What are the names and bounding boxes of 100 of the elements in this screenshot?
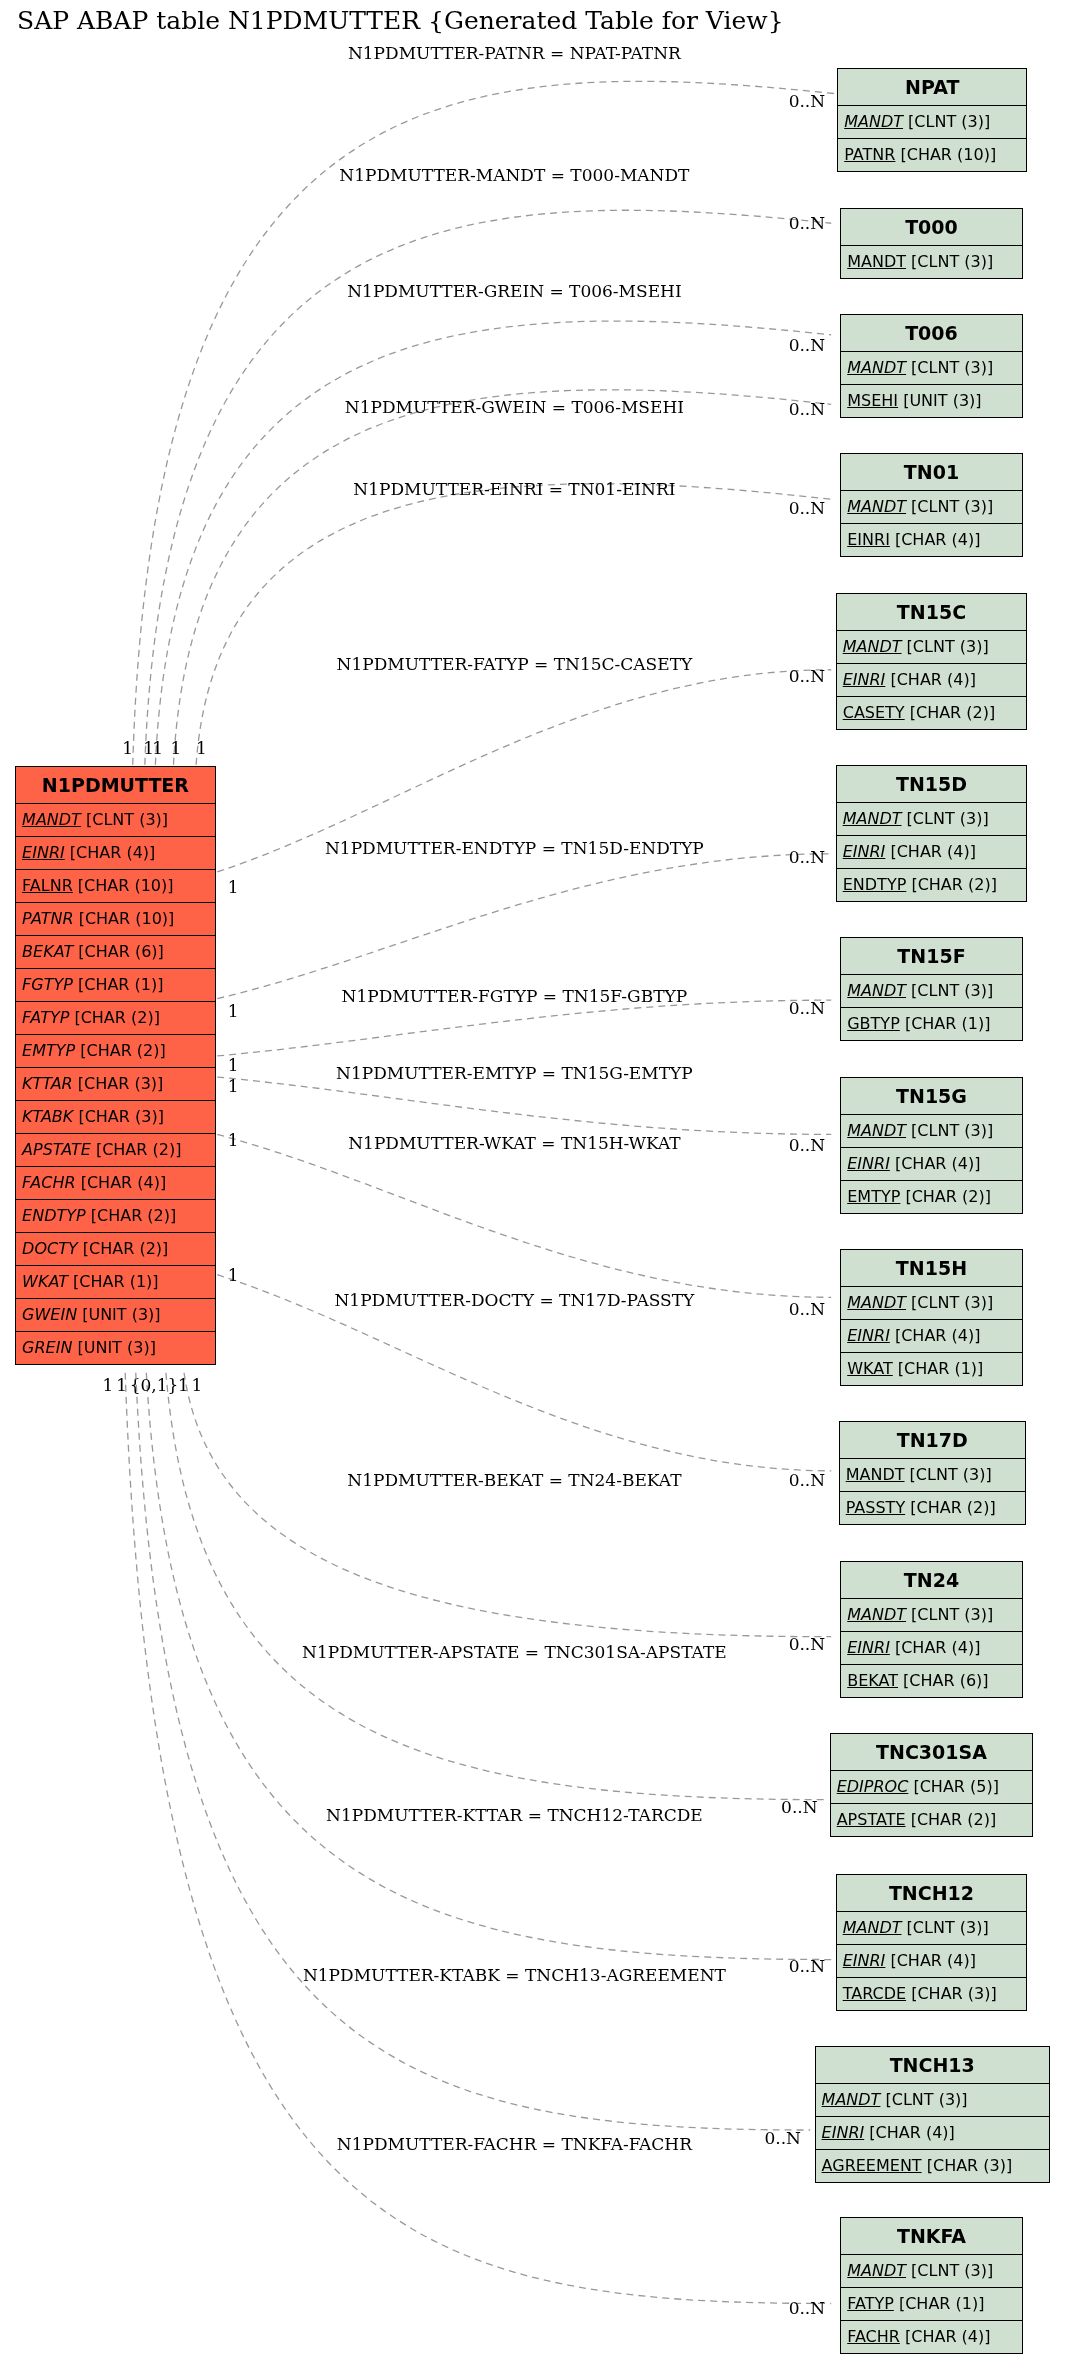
- diagram-title: SAP ABAP table N1PDMUTTER {Generated Table for View}: [17, 6, 784, 35]
- cardinality-label: 1: [116, 1374, 127, 1395]
- table-name: NPAT: [904, 74, 961, 100]
- field-row: EINRI [CHAR (4)]: [836, 1943, 1027, 1977]
- cardinality-label: 0..N: [788, 846, 826, 867]
- relation-label: N1PDMUTTER-FACHR = TNKFA-FACHR: [336, 2133, 692, 2154]
- field-row: MANDT [CLNT (3)]: [836, 1910, 1027, 1944]
- cardinality-label: 1: [227, 1264, 239, 1285]
- relation-label: N1PDMUTTER-DOCTY = TN17D-PASSTY: [334, 1290, 695, 1311]
- field-row: FATYP [CHAR (2)]: [16, 1001, 215, 1035]
- table-name: TNC301SA: [875, 1740, 988, 1766]
- table-name: TNKFA: [895, 2224, 967, 2250]
- relation-label: N1PDMUTTER-EMTYP = TN15G-EMTYP: [336, 1062, 693, 1083]
- relation-label: N1PDMUTTER-KTTAR = TNCH12-TARCDE: [326, 1804, 703, 1825]
- cardinality-label: 0..N: [788, 335, 826, 356]
- table-name: N1PDMUTTER: [40, 773, 190, 799]
- field-row: AGREEMENT [CHAR (3)]: [815, 2148, 1049, 2182]
- cardinality-label: 1: [227, 1076, 239, 1097]
- cardinality-label: 1: [122, 738, 133, 759]
- field-row: EINRI [CHAR (4)]: [841, 1319, 1022, 1353]
- field-row: GWEIN [UNIT (3)]: [16, 1298, 215, 1332]
- field-row: ENDTYP [CHAR (2)]: [16, 1199, 215, 1233]
- table-name: TNCH12: [887, 1880, 976, 1906]
- relation-label: N1PDMUTTER-BEKAT = TN24-BEKAT: [347, 1469, 682, 1490]
- cardinality-label: 0..N: [788, 398, 826, 419]
- field-row: APSTATE [CHAR (2)]: [16, 1133, 215, 1167]
- field-row: EINRI [CHAR (4)]: [841, 522, 1022, 556]
- relation-label: N1PDMUTTER-GWEIN = T006-MSEHI: [344, 397, 684, 418]
- table-name: TN15F: [896, 943, 967, 969]
- cardinality-label: 1: [170, 738, 182, 759]
- field-row: EINRI [CHAR (4)]: [836, 662, 1027, 696]
- cardinality-label: 0..N: [788, 1955, 826, 1976]
- field-row: ENDTYP [CHAR (2)]: [836, 867, 1027, 901]
- cardinality-label: 0..N: [788, 91, 826, 112]
- cardinality-label: 0..N: [788, 213, 826, 234]
- relation-label: N1PDMUTTER-MANDT = T000-MANDT: [339, 165, 690, 185]
- table-name: TNCH13: [888, 2052, 976, 2078]
- relation-label: N1PDMUTTER-FGTYP = TN15F-GBTYP: [341, 985, 688, 1006]
- field-row: FACHR [CHAR (4)]: [841, 2320, 1022, 2354]
- field-row: FATYP [CHAR (1)]: [841, 2287, 1022, 2321]
- cardinality-label: 1: [227, 1130, 239, 1151]
- field-row: MANDT [CLNT (3)]: [841, 489, 1022, 523]
- table-name: TN15C: [895, 599, 968, 625]
- field-row: EINRI [CHAR (4)]: [841, 1631, 1022, 1665]
- relation-label: N1PDMUTTER-WKAT = TN15H-WKAT: [348, 1133, 681, 1154]
- table-name: TN17D: [895, 1428, 969, 1453]
- field-row: GREIN [UNIT (3)]: [16, 1331, 215, 1365]
- cardinality-label: 1: [143, 738, 155, 759]
- cardinality-label: 0..N: [788, 1469, 826, 1490]
- table-name: TN15D: [894, 771, 969, 797]
- cardinality-label: 0..N: [764, 2127, 801, 2148]
- field-row: PATNR [CHAR (10)]: [838, 137, 1027, 171]
- relation-label: N1PDMUTTER-PATNR = NPAT-PATNR: [347, 42, 681, 63]
- field-row: EMTYP [CHAR (2)]: [841, 1180, 1022, 1214]
- field-row: MANDT [CLNT (3)]: [815, 2082, 1049, 2116]
- field-row: MANDT [CLNT (3)]: [841, 1114, 1022, 1148]
- field-row: PASSTY [CHAR (2)]: [839, 1491, 1025, 1524]
- field-row: MANDT [CLNT (3)]: [839, 1458, 1025, 1491]
- field-row: PATNR [CHAR (10)]: [16, 902, 215, 936]
- field-row: MANDT [CLNT (3)]: [841, 1598, 1022, 1632]
- field-row: GBTYP [CHAR (1)]: [841, 1006, 1022, 1040]
- field-row: EDIPROC [CHAR (5)]: [830, 1770, 1033, 1804]
- cardinality-label: {0,1}: [129, 1374, 179, 1395]
- field-row: EINRI [CHAR (4)]: [841, 1147, 1022, 1181]
- cardinality-label: 1: [191, 1374, 203, 1395]
- cardinality-label: 1: [196, 738, 207, 759]
- field-row: CASETY [CHAR (2)]: [836, 695, 1027, 729]
- relation-label: N1PDMUTTER-GREIN = T006-MSEHI: [347, 281, 682, 302]
- field-row: BEKAT [CHAR (6)]: [16, 935, 215, 969]
- field-row: MSEHI [UNIT (3)]: [841, 383, 1022, 417]
- table-name: T006: [904, 320, 959, 346]
- field-row: MANDT [CLNT (3)]: [16, 803, 215, 837]
- relation-label: N1PDMUTTER-APSTATE = TNC301SA-APSTATE: [302, 1641, 727, 1662]
- table-name: T000: [904, 215, 959, 241]
- field-row: KTABK [CHAR (3)]: [16, 1100, 215, 1134]
- field-row: MANDT [CLNT (3)]: [841, 350, 1022, 384]
- cardinality-label: 1: [152, 738, 164, 759]
- table-name: TN01: [902, 459, 961, 485]
- cardinality-label: 0..N: [781, 1797, 818, 1818]
- cardinality-label: 1: [227, 1055, 239, 1075]
- field-row: DOCTY [CHAR (2)]: [16, 1232, 215, 1266]
- cardinality-label: 0..N: [788, 1134, 826, 1155]
- cardinality-label: 0..N: [788, 498, 826, 519]
- field-row: EMTYP [CHAR (2)]: [16, 1034, 215, 1068]
- field-row: TARCDE [CHAR (3)]: [836, 1976, 1027, 2010]
- field-row: MANDT [CLNT (3)]: [841, 1286, 1022, 1320]
- field-row: MANDT [CLNT (3)]: [841, 973, 1022, 1007]
- field-row: EINRI [CHAR (4)]: [815, 2115, 1049, 2149]
- table-name: TN24: [902, 1568, 961, 1594]
- table-name: TN15H: [894, 1256, 969, 1282]
- relation-label: N1PDMUTTER-KTABK = TNCH13-AGREEMENT: [302, 1964, 726, 1985]
- cardinality-label: 0..N: [788, 665, 826, 686]
- field-row: FACHR [CHAR (4)]: [16, 1166, 215, 1200]
- field-row: FALNR [CHAR (10)]: [16, 869, 215, 903]
- field-row: WKAT [CHAR (1)]: [16, 1265, 215, 1299]
- field-row: MANDT [CLNT (3)]: [841, 2254, 1022, 2288]
- relation-label: N1PDMUTTER-ENDTYP = TN15D-ENDTYP: [324, 837, 704, 858]
- cardinality-label: 0..N: [788, 997, 826, 1018]
- cardinality-label: 1: [227, 1000, 239, 1021]
- field-row: BEKAT [CHAR (6)]: [841, 1664, 1022, 1698]
